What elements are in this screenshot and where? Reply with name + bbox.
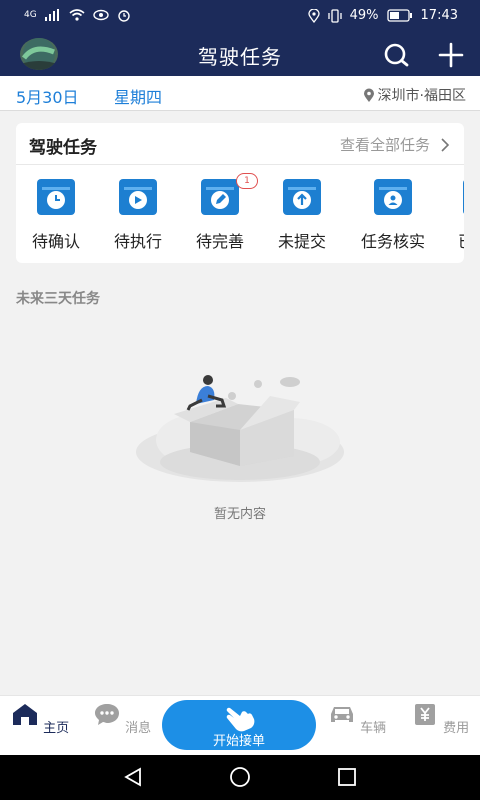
upload-icon [282, 178, 322, 216]
play-icon [118, 178, 158, 216]
location-pin-icon [363, 88, 374, 102]
location-status-icon [307, 8, 320, 23]
app-bar: 驾驶任务 [0, 32, 480, 76]
task-label: 待完善 [195, 232, 244, 251]
tab-label: 费用 [443, 721, 470, 736]
task-label: 任务核实 [360, 232, 425, 251]
recents-icon[interactable] [336, 766, 358, 788]
empty-state-illustration [130, 370, 350, 490]
system-navigation-bar [0, 755, 480, 800]
task-partial[interactable]: 已 [454, 178, 464, 252]
tab-messages[interactable]: 消息 [92, 702, 152, 736]
chevron-right-icon [441, 137, 450, 152]
back-icon[interactable] [122, 766, 144, 788]
task-not-submitted[interactable]: 未提交 [270, 178, 334, 252]
edit-icon: 1 [200, 173, 258, 216]
location-display[interactable]: 深圳市·福田区 [363, 85, 466, 105]
network-type: 4G [24, 9, 37, 20]
weekday-label: 星期四 [114, 88, 163, 107]
task-label: 未提交 [277, 232, 326, 251]
battery-icon [386, 9, 412, 22]
wifi-icon [69, 9, 85, 21]
task-status-list: 待确认 待执行 1 待完善 未提交 任务核实 [16, 173, 464, 258]
task-label: 待执行 [113, 232, 162, 251]
battery-percent: 49% [349, 8, 379, 23]
date-label: 5月30日 [16, 88, 79, 107]
plus-icon[interactable] [437, 41, 465, 69]
car-icon [330, 707, 353, 722]
task-badge: 1 [236, 173, 258, 189]
task-pending-improve[interactable]: 1 待完善 [188, 173, 258, 252]
bottom-tab-bar: 主页 消息 开始接单 车辆 费用 [0, 695, 480, 756]
tap-hand-icon [226, 707, 255, 732]
view-all-label: 查看全部任务 [339, 136, 430, 154]
task-label: 已 [454, 228, 464, 252]
partial-icon [462, 178, 464, 216]
task-label: 待确认 [31, 232, 80, 251]
divider [16, 164, 464, 165]
tab-label: 消息 [125, 721, 152, 736]
user-verify-icon [373, 178, 413, 216]
start-order-label: 开始接单 [212, 734, 265, 749]
vibrate-icon [327, 8, 342, 23]
yuan-receipt-icon [414, 704, 435, 725]
upcoming-section-title: 未来三天任务 [16, 291, 100, 307]
task-pending-confirm[interactable]: 待确认 [24, 178, 88, 252]
chat-icon [94, 704, 119, 725]
tab-fees[interactable]: 费用 [410, 702, 470, 736]
task-verification[interactable]: 任务核实 [352, 178, 434, 252]
empty-state-text: 暂无内容 [213, 507, 266, 522]
start-order-button[interactable]: 开始接单 [162, 700, 316, 750]
home-icon [12, 704, 37, 725]
tab-label: 车辆 [360, 721, 387, 736]
clock-icon [36, 178, 76, 216]
signal-icon [44, 9, 59, 21]
tab-label: 主页 [43, 721, 70, 736]
driving-task-card: 驾驶任务 查看全部任务 待确认 待执行 1 待完善 未提交 任务核实 [16, 123, 464, 263]
tab-vehicles[interactable]: 车辆 [327, 702, 387, 736]
status-bar: 4G 49% 17:43 [0, 0, 480, 32]
search-icon[interactable] [382, 41, 410, 69]
tab-home[interactable]: 主页 [10, 702, 70, 736]
date-bar: 5月30日 星期四 深圳市·福田区 [0, 76, 480, 111]
eye-icon [93, 9, 109, 21]
location-text: 深圳市·福田区 [377, 88, 466, 104]
home-circle-icon[interactable] [229, 766, 251, 788]
alarm-icon [118, 10, 130, 22]
view-all-tasks-link[interactable]: 查看全部任务 [340, 134, 450, 155]
task-pending-execute[interactable]: 待执行 [106, 178, 170, 252]
card-title: 驾驶任务 [29, 138, 97, 158]
clock-time: 17:43 [420, 8, 458, 23]
